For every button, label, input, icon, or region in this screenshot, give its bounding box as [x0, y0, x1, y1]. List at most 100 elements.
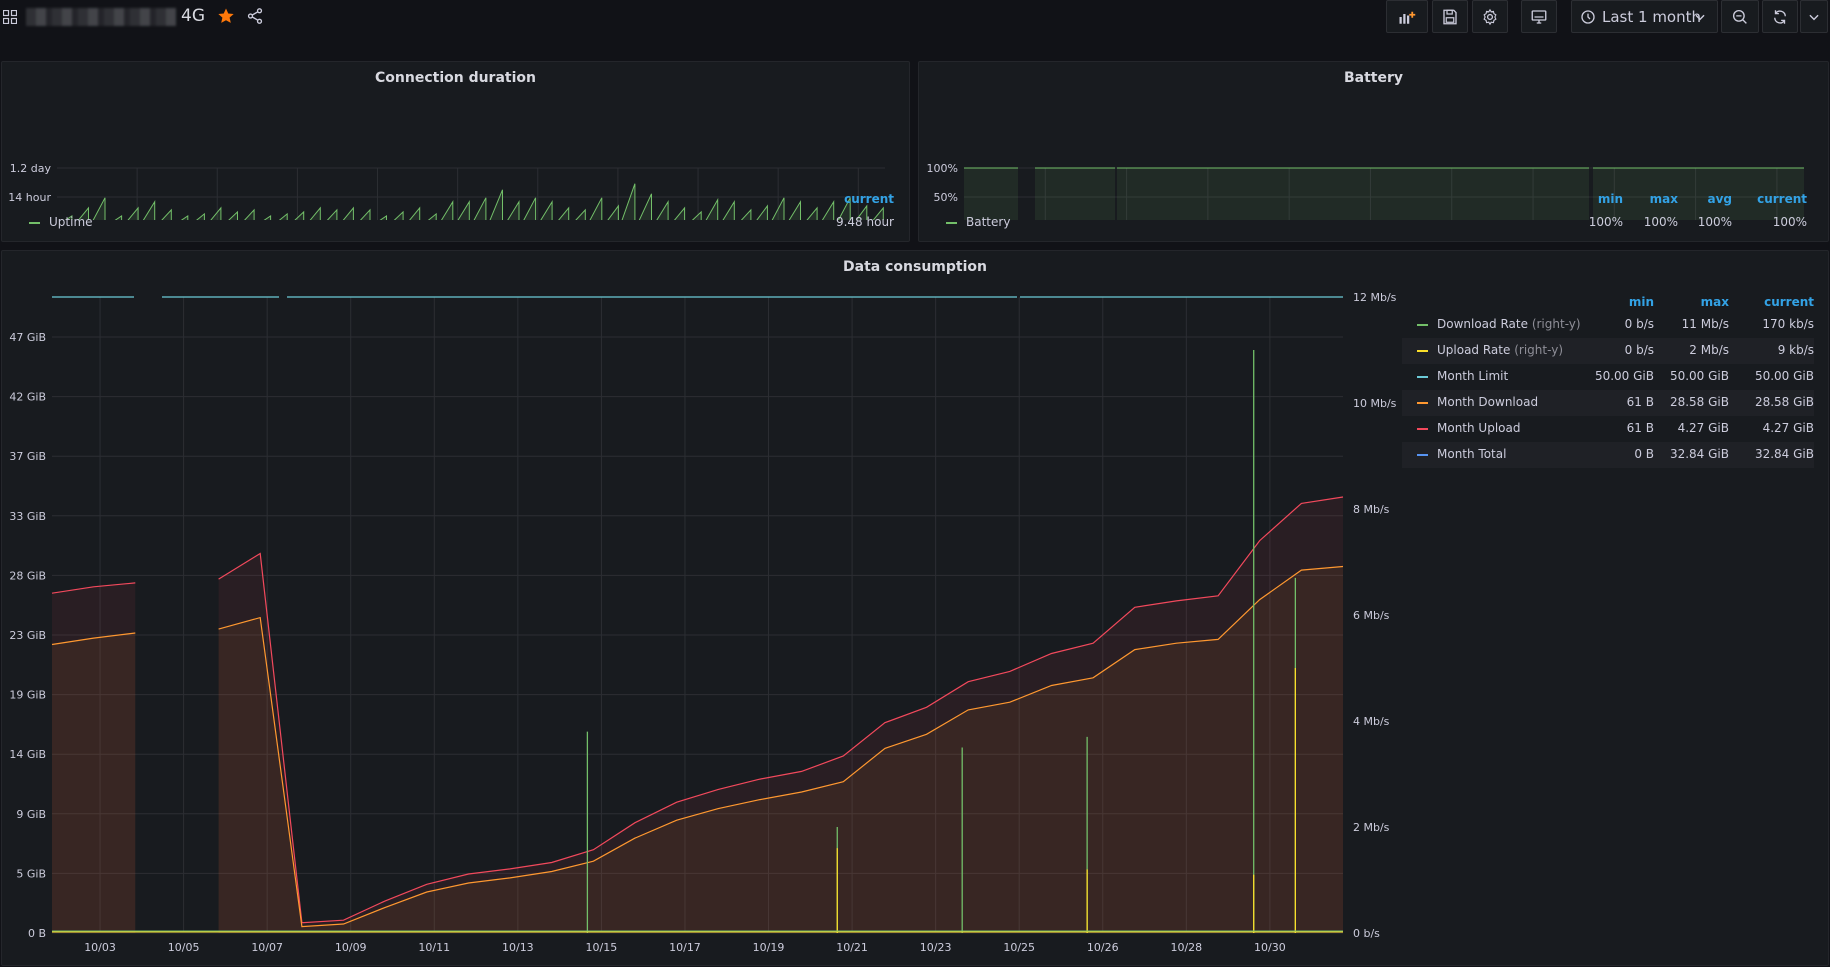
- legend-series-name: Month Total: [1437, 447, 1507, 461]
- add-panel-icon: [1399, 11, 1416, 24]
- legend-value-current: 100%: [1772, 215, 1807, 229]
- legend-header-min: min: [1597, 192, 1623, 206]
- y-right-tick-label: 8 Mb/s: [1353, 503, 1390, 516]
- legend-value-current: 32.84 GiB: [1754, 447, 1814, 461]
- legend-value-avg: 100%: [1697, 215, 1732, 229]
- legend-value-current: 50.00 GiB: [1754, 369, 1814, 383]
- y-left-tick-label: 19 GiB: [9, 689, 46, 702]
- x-tick-label: 10/03: [84, 941, 116, 954]
- legend-series-label: Download Rate: [1437, 317, 1528, 331]
- y-left-tick-label: 47 GiB: [9, 331, 46, 344]
- chevron-down-icon: [1809, 14, 1819, 20]
- legend-row-month-total[interactable]: Month Total 0 B 32.84 GiB 32.84 GiB: [1402, 442, 1814, 468]
- clock-icon: [1581, 9, 1595, 24]
- cycle-view-mode-button[interactable]: [1521, 0, 1557, 33]
- y-right-tick-label: 4 Mb/s: [1353, 715, 1390, 728]
- y-right-tick-label: 0 b/s: [1353, 927, 1380, 940]
- legend-row-battery[interactable]: Battery 100% 100% 100% 100%: [941, 210, 1807, 236]
- redacted-dashboard-title[interactable]: [26, 8, 176, 26]
- legend-value-max: 4.27 GiB: [1677, 421, 1729, 435]
- legend-color-swatch: [1417, 350, 1428, 352]
- legend-series-name: Month Limit: [1437, 369, 1509, 383]
- legend-row-uptime[interactable]: Uptime 9.48 hour: [24, 210, 894, 236]
- legend-value-current: 9 kb/s: [1777, 343, 1814, 357]
- legend-value-max: 2 Mb/s: [1689, 343, 1729, 357]
- connection-duration-panel: Connection duration 1.2 day14 hour0 s10/…: [1, 61, 910, 242]
- legend-value-max: 100%: [1643, 215, 1678, 229]
- star-icon[interactable]: [217, 7, 235, 25]
- legend-header-max: max: [1649, 192, 1678, 206]
- x-tick-label: 10/17: [669, 941, 701, 954]
- x-tick-label: 10/28: [1170, 941, 1202, 954]
- legend-value-min: 50.00 GiB: [1594, 369, 1654, 383]
- legend-value-min: 0 B: [1634, 447, 1654, 461]
- legend-color-swatch: [1417, 402, 1428, 404]
- battery-panel: Battery 100%50%0%10/0410/0710/1010/1310/…: [918, 61, 1829, 242]
- legend-axis-note: (right-y): [1531, 317, 1581, 331]
- save-dashboard-button[interactable]: [1432, 0, 1468, 33]
- x-tick-label: 10/13: [502, 941, 534, 954]
- data-consumption-legend: min max current Download Rate (right-y) …: [1402, 295, 1814, 475]
- legend-row-month-limit[interactable]: Month Limit 50.00 GiB 50.00 GiB 50.00 Gi…: [1402, 364, 1814, 390]
- dashboard-settings-button[interactable]: [1472, 0, 1508, 33]
- y-left-tick-label: 9 GiB: [16, 808, 46, 821]
- battery-legend: min max avg current Battery 100% 100% 10…: [941, 192, 1807, 236]
- zoom-out-button[interactable]: [1721, 0, 1759, 33]
- legend-header-avg: avg: [1707, 192, 1732, 206]
- x-tick-label: 10/21: [836, 941, 868, 954]
- data-consumption-chart[interactable]: 47 GiB 42 GiB 37 GiB 33 GiB 28 GiB 23 GiB 19 G…: [2, 281, 1402, 967]
- legend-series-name: Uptime: [49, 215, 93, 229]
- legend-series-label: Upload Rate: [1437, 343, 1511, 357]
- legend-row-download-rate[interactable]: Download Rate (right-y) 0 b/s 11 Mb/s 17…: [1402, 312, 1814, 338]
- legend-color-swatch: [1417, 454, 1428, 456]
- legend-axis-note: (right-y): [1514, 343, 1563, 357]
- add-panel-button[interactable]: [1386, 0, 1428, 33]
- x-tick-label: 10/09: [335, 941, 367, 954]
- legend-series-name: Month Upload: [1437, 421, 1521, 435]
- legend-value-min: 61 B: [1626, 421, 1654, 435]
- legend-value-max: 11 Mb/s: [1681, 317, 1729, 331]
- legend-value-current: 9.48 hour: [835, 215, 894, 229]
- legend-header-current: current: [844, 192, 894, 206]
- refresh-icon: [1774, 9, 1786, 24]
- time-range-label: Last 1 month: [1602, 7, 1702, 26]
- legend-value-current: 28.58 GiB: [1754, 395, 1814, 409]
- x-tick-label: 10/26: [1087, 941, 1119, 954]
- connection-legend: current Uptime 9.48 hour: [24, 192, 894, 236]
- legend-value-current: 170 kb/s: [1762, 317, 1814, 331]
- legend-color-swatch: [29, 222, 40, 224]
- y-left-tick-label: 42 GiB: [9, 391, 46, 404]
- panel-title[interactable]: Data consumption: [2, 259, 1828, 275]
- legend-series-name: Upload Rate (right-y): [1437, 343, 1563, 357]
- x-tick-label: 10/15: [586, 941, 618, 954]
- y-left-tick-label: 0 B: [28, 927, 46, 940]
- legend-row-upload-rate[interactable]: Upload Rate (right-y) 0 b/s 2 Mb/s 9 kb/…: [1402, 338, 1814, 364]
- x-tick-label: 10/07: [251, 941, 283, 954]
- y-tick-label: 100%: [927, 162, 958, 175]
- data-consumption-panel: Data consumption 47 GiB 42 GiB 37 GiB 33 Gi…: [1, 250, 1829, 966]
- x-tick-label: 10/19: [753, 941, 785, 954]
- refresh-interval-dropdown[interactable]: [1800, 0, 1828, 33]
- legend-row-month-download[interactable]: Month Download 61 B 28.58 GiB 28.58 GiB: [1402, 390, 1814, 416]
- legend-series-name: Month Download: [1437, 395, 1539, 409]
- zoom-out-icon: [1732, 9, 1747, 24]
- save-icon: [1443, 9, 1457, 24]
- x-tick-label: 10/11: [418, 941, 450, 954]
- legend-value-min: 0 b/s: [1624, 317, 1654, 331]
- legend-value-max: 32.84 GiB: [1669, 447, 1729, 461]
- chevron-down-icon: [1695, 14, 1705, 20]
- legend-row-month-upload[interactable]: Month Upload 61 B 4.27 GiB 4.27 GiB: [1402, 416, 1814, 442]
- share-icon[interactable]: [246, 7, 264, 25]
- panel-title[interactable]: Battery: [919, 70, 1828, 86]
- refresh-button[interactable]: [1762, 0, 1798, 33]
- legend-color-swatch: [1417, 376, 1428, 378]
- dashboard-title-suffix[interactable]: 4G: [181, 6, 205, 26]
- legend-header-min: min: [1628, 295, 1654, 309]
- panel-title[interactable]: Connection duration: [2, 70, 909, 86]
- legend-color-swatch: [946, 222, 957, 224]
- legend-value-min: 100%: [1588, 215, 1623, 229]
- legend-value-max: 50.00 GiB: [1669, 369, 1729, 383]
- y-right-tick-label: 12 Mb/s: [1353, 291, 1397, 304]
- apps-grid-icon[interactable]: [3, 10, 17, 24]
- time-range-picker[interactable]: Last 1 month: [1571, 0, 1718, 33]
